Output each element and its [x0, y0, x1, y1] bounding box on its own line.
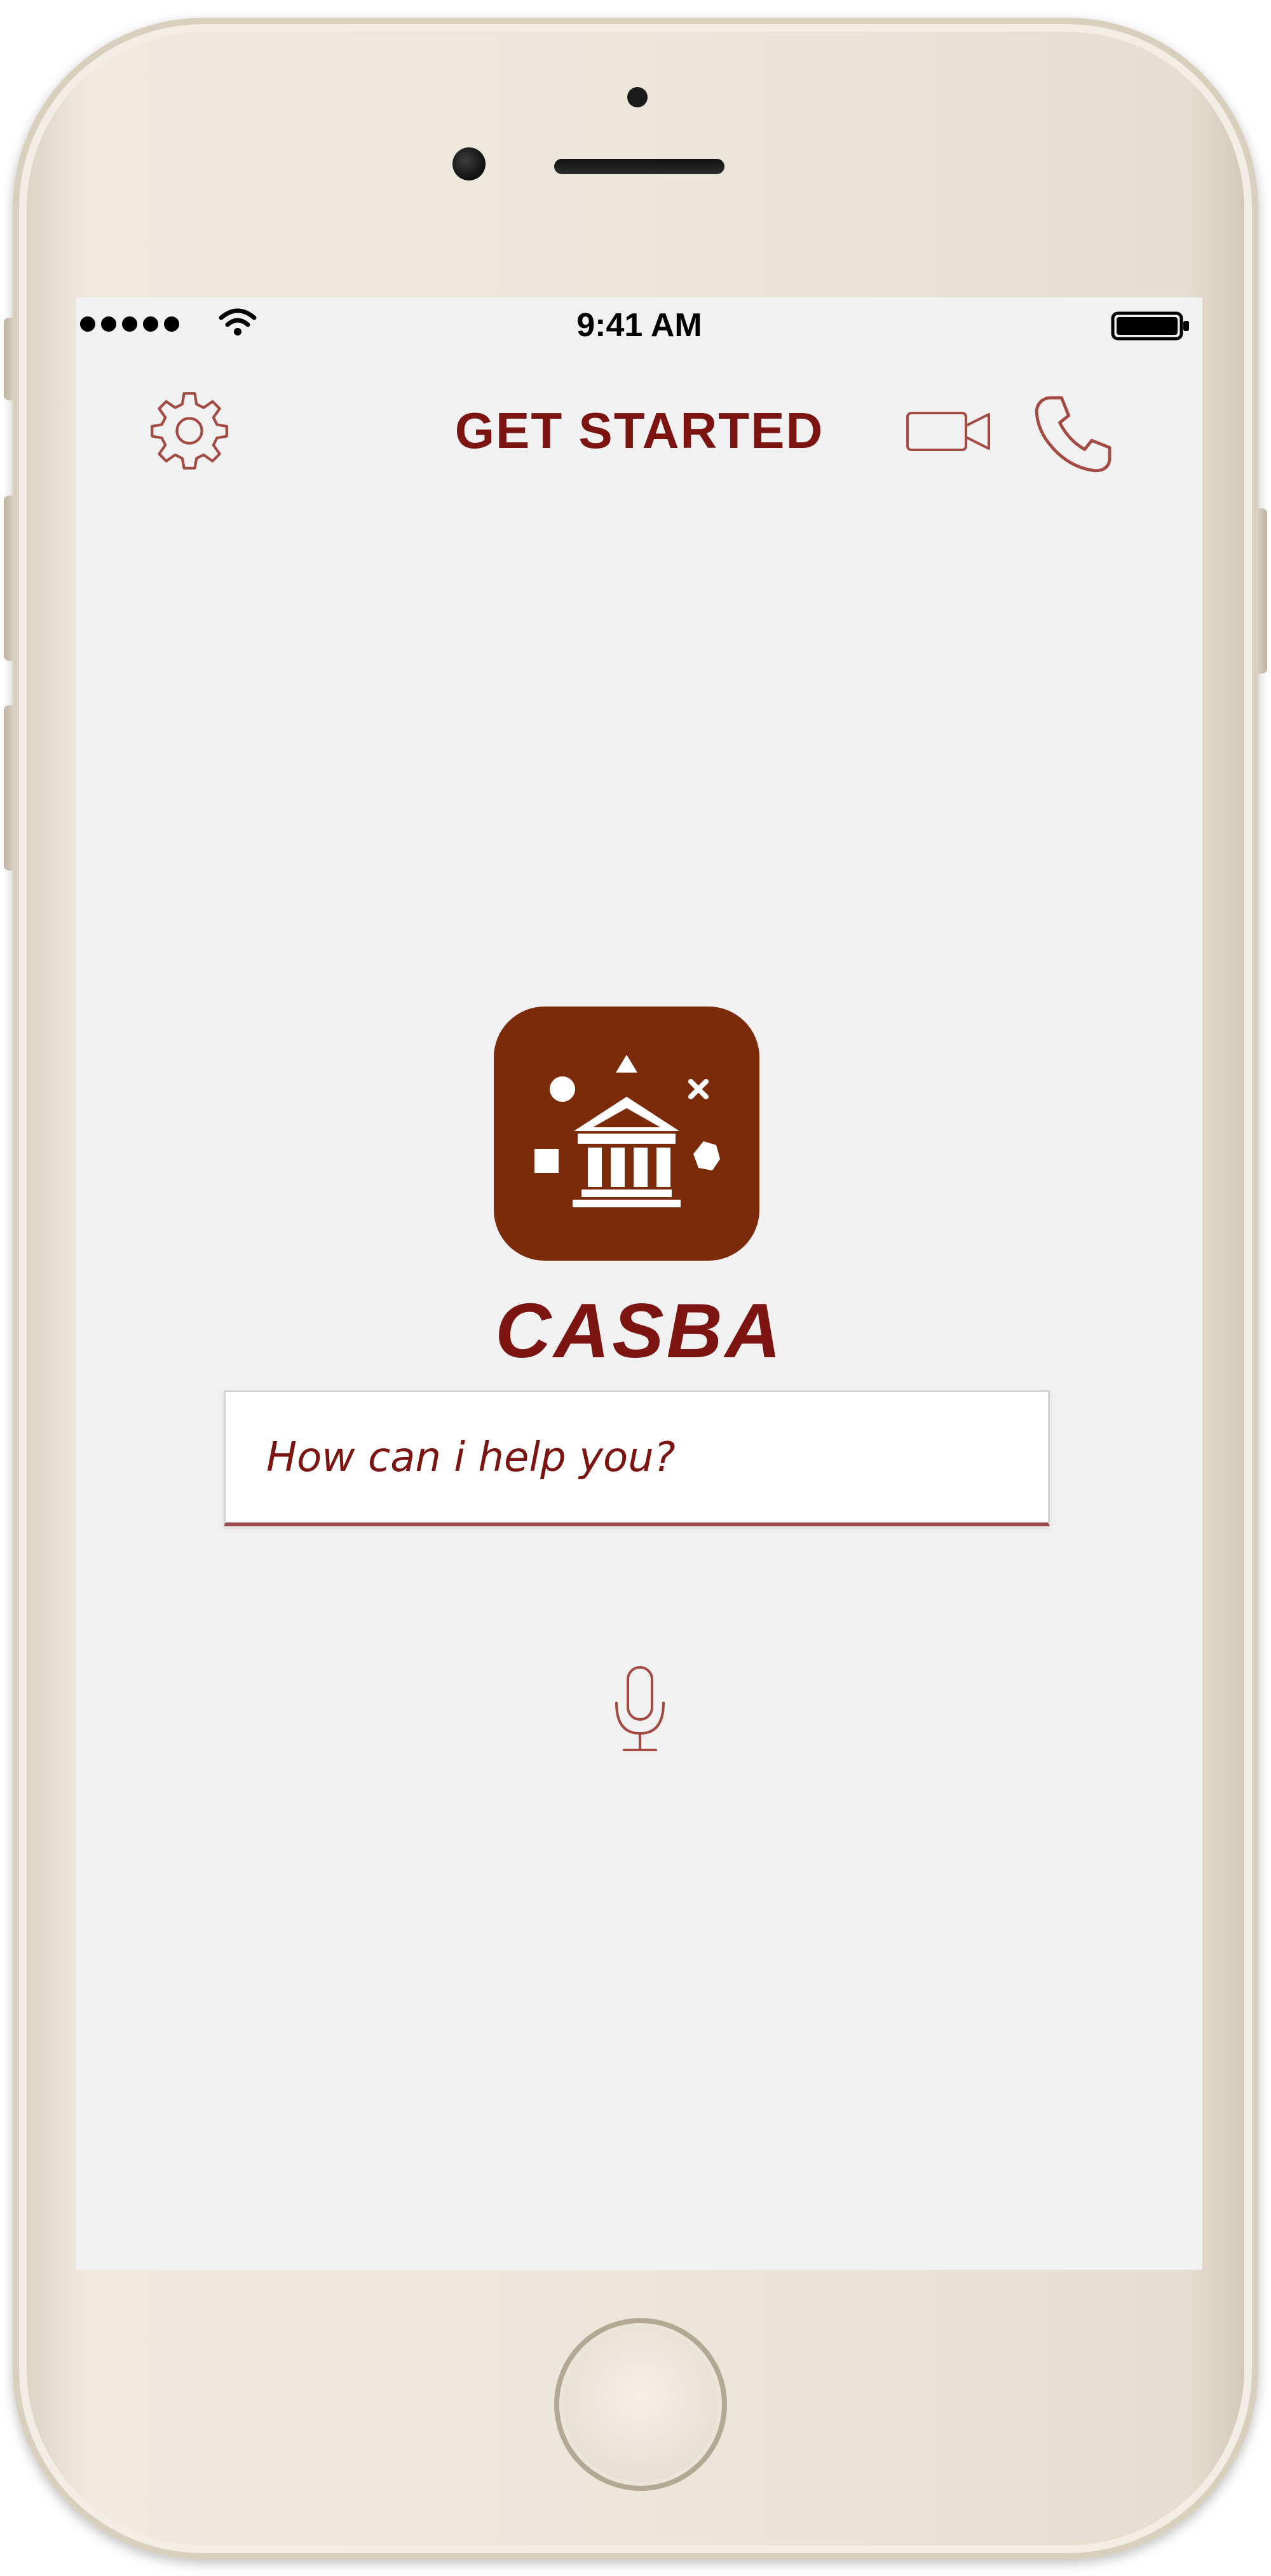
search-box — [224, 1390, 1050, 1526]
proximity-sensor — [627, 87, 648, 107]
nav-bar: GET STARTED — [76, 380, 1202, 475]
volume-up-button — [4, 496, 15, 661]
video-camera-icon[interactable] — [904, 399, 994, 463]
microphone-icon[interactable] — [605, 1664, 675, 1759]
bank-building-icon — [494, 1007, 759, 1261]
stage: 9:41 AM GET STARTED CASBA How can i help… — [0, 0, 1271, 2576]
mute-switch — [4, 318, 15, 400]
brand-name: CASBA — [495, 1287, 784, 1374]
search-input[interactable] — [226, 1392, 1048, 1522]
front-camera — [452, 147, 486, 180]
phone-icon[interactable] — [1030, 389, 1118, 478]
volume-down-button — [4, 705, 15, 871]
earpiece-speaker — [554, 159, 724, 174]
status-bar: 9:41 AM — [76, 297, 1202, 348]
phone-screen: 9:41 AM GET STARTED CASBA How can i help… — [76, 297, 1202, 2270]
home-button[interactable] — [554, 2318, 727, 2491]
status-time: 9:41 AM — [576, 307, 702, 344]
battery-icon — [1111, 311, 1189, 341]
power-button — [1256, 508, 1267, 674]
